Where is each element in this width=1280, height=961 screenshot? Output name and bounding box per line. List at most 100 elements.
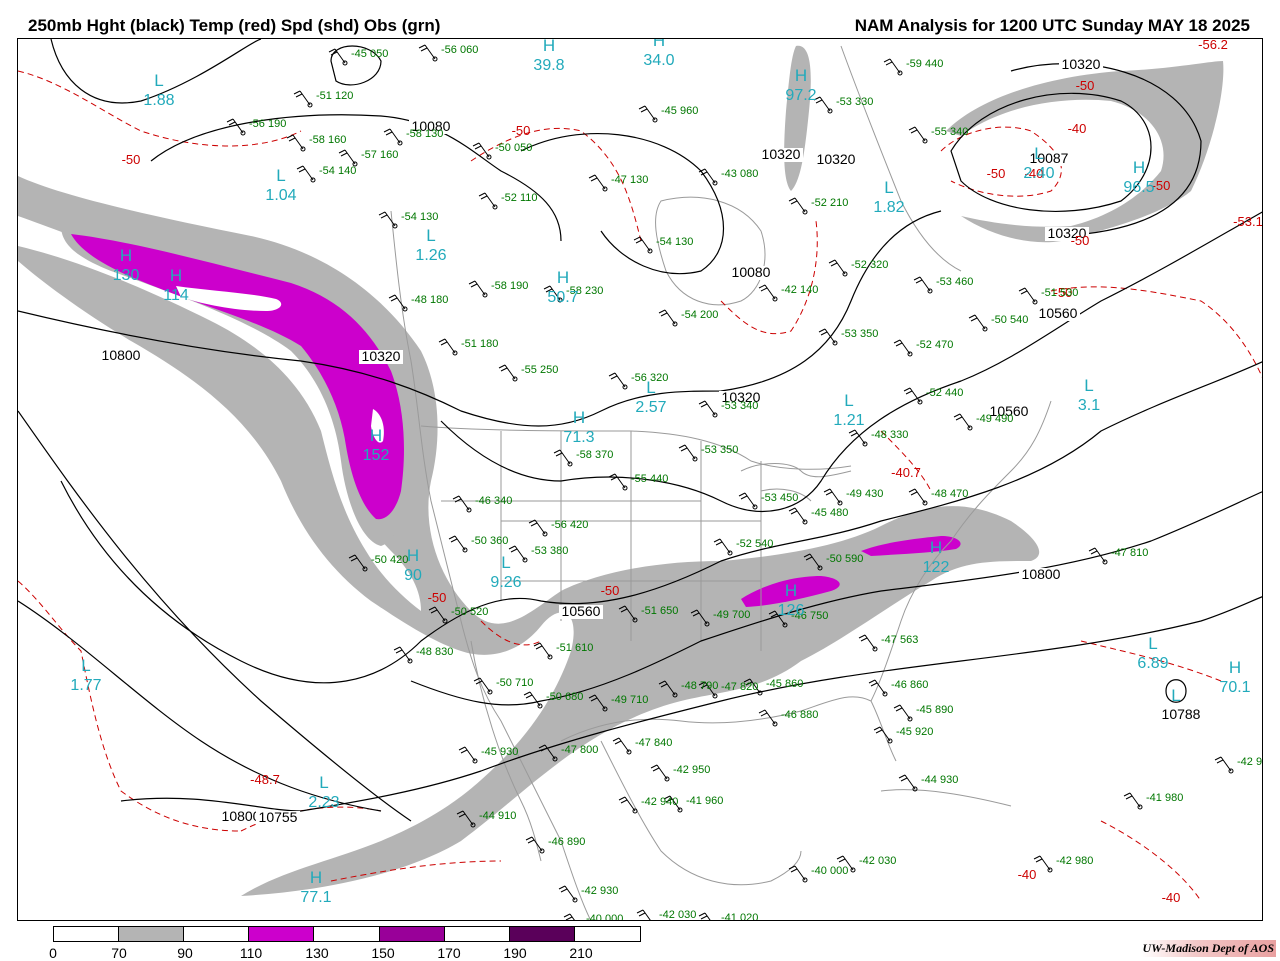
wind-barb [698, 912, 711, 920]
center-letter: H [930, 538, 942, 557]
center-value: 2.40 [1023, 165, 1054, 182]
wind-barb [473, 677, 491, 693]
observation-label: -53 460 [936, 276, 973, 288]
observation-label: -41 960 [686, 795, 723, 807]
center-value: 1.04 [265, 187, 296, 204]
weather-map: 10320 10080 10320 10320 10080 10087 10320 10560… [17, 38, 1263, 921]
wind-barb [338, 149, 356, 165]
wind-barb [1018, 287, 1036, 303]
height-label: 10800 [102, 347, 141, 363]
observation-label: -43 080 [721, 168, 758, 180]
observation-label: -42 980 [1237, 756, 1263, 768]
wind-barb [658, 309, 676, 325]
wind-barb [438, 338, 456, 354]
wind-barb [293, 90, 311, 106]
observation-label: -47 563 [881, 634, 918, 646]
center-letter: L [844, 391, 853, 410]
center-value: 1.82 [873, 199, 904, 216]
height-label: 10320 [762, 146, 801, 162]
greenland-coast [840, 45, 962, 272]
colorbar-segment [574, 927, 640, 941]
center-value: 90 [404, 567, 422, 584]
observation-label: -50 680 [546, 691, 583, 703]
observation-label: -50 590 [826, 553, 863, 565]
wind-barb [788, 507, 806, 523]
wind-barb [638, 105, 656, 121]
observation-label: -45 960 [661, 105, 698, 117]
wind-barb [738, 492, 756, 508]
temperature-label: -40.7 [891, 465, 921, 480]
wind-barb [612, 737, 630, 753]
colorbar-segment [444, 927, 510, 941]
height-label: 10560 [562, 603, 601, 619]
wind-barb [608, 372, 626, 388]
center-letter: L [1034, 144, 1043, 163]
observation-label: -54 200 [681, 309, 718, 321]
center-value: 9.26 [490, 574, 521, 591]
center-letter: L [1171, 686, 1180, 705]
observation-label: -45 050 [351, 48, 388, 60]
colorbar-segment [379, 927, 445, 941]
center-value: 126 [778, 602, 805, 619]
center-value: 1.77 [70, 677, 101, 694]
wind-barb [953, 413, 971, 429]
center-value: 122 [923, 559, 950, 576]
wind-barb [588, 174, 606, 190]
wind-barb [788, 197, 806, 213]
observation-label: -52 320 [851, 259, 888, 271]
observation-label: -45 480 [811, 507, 848, 519]
wind-barb [296, 165, 314, 181]
wind-barb [553, 449, 571, 465]
map-title: 250mb Hght (black) Temp (red) Spd (shd) … [28, 16, 441, 35]
observation-label: -51 180 [461, 338, 498, 350]
height-label: 10320 [817, 151, 856, 167]
height-label: 10320 [1062, 56, 1101, 72]
map-canvas: 103201008010320 1032010080100871032010560… [18, 39, 1263, 920]
observation-label: -51 120 [316, 90, 353, 102]
observation-label: -45 860 [766, 678, 803, 690]
wind-barb [828, 259, 846, 275]
observation-label: -45 920 [896, 726, 933, 738]
wind-barb [758, 284, 776, 300]
wind-barb [608, 473, 626, 489]
wind-barb [698, 400, 716, 416]
center-value: 2.23 [308, 794, 339, 811]
observation-label: -58 190 [491, 280, 528, 292]
center-letter: L [81, 656, 90, 675]
temperature-label: -40 [1068, 121, 1087, 136]
observation-label: -54 140 [319, 165, 356, 177]
observation-label: -49 490 [976, 413, 1013, 425]
wind-barb [678, 444, 696, 460]
colorbar-tick-label: 170 [437, 945, 461, 961]
observation-label: -56 420 [551, 519, 588, 531]
wind-barb [788, 865, 806, 881]
temperature-label: -40 [1018, 867, 1037, 882]
wind-barb [650, 764, 668, 780]
observation-label: -42 930 [581, 885, 618, 897]
center-letter: L [154, 71, 163, 90]
wind-barb [468, 280, 486, 296]
center-letter: L [646, 378, 655, 397]
height-label: 10800 [1022, 566, 1061, 582]
observation-label: -52 540 [736, 538, 773, 550]
colorbar-tick-label: 0 [49, 945, 57, 961]
wind-barb [533, 642, 551, 658]
observation-label: -53 380 [531, 545, 568, 557]
center-letter: L [884, 178, 893, 197]
canada-us-border [420, 425, 852, 470]
observation-label: -56 190 [249, 118, 286, 130]
wind-barb [458, 746, 476, 762]
cuba [880, 789, 1012, 807]
temperature-label: -48.7 [250, 772, 280, 787]
observation-label: -50 360 [471, 535, 508, 547]
colorbar-segment [184, 927, 250, 941]
height-label: 10755 [259, 809, 298, 825]
observation-label: -53 330 [836, 96, 873, 108]
observation-label: -58 370 [576, 449, 613, 461]
observation-label: -46 880 [781, 709, 818, 721]
observation-label: -49 700 [713, 609, 750, 621]
center-value: 39.8 [533, 57, 564, 74]
observation-label: -48 180 [411, 294, 448, 306]
center-letter: H [407, 546, 419, 565]
observation-label: -57 160 [361, 149, 398, 161]
